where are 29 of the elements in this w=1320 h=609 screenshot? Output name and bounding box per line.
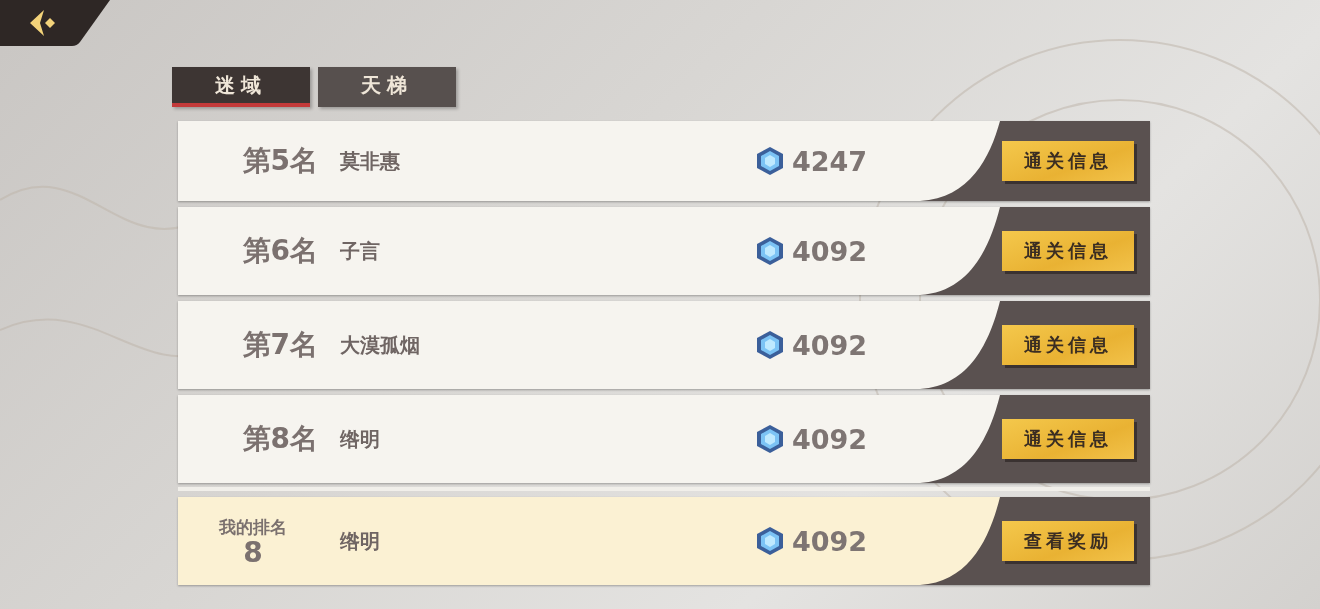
rank-label: 第6名 bbox=[241, 233, 318, 269]
player-name: 绺明 bbox=[340, 425, 381, 453]
tab[interactable]: 迷域 bbox=[172, 67, 310, 107]
rank-label: 第7名 bbox=[241, 327, 318, 363]
score: 4092 bbox=[792, 235, 869, 267]
gem-icon bbox=[754, 235, 786, 267]
gem-icon bbox=[754, 423, 786, 455]
score: 4092 bbox=[792, 525, 869, 557]
score: 4092 bbox=[792, 423, 869, 455]
detail-button[interactable]: 查看奖励 bbox=[1002, 521, 1134, 561]
score: 4247 bbox=[792, 145, 869, 177]
rank-label: 第5名 bbox=[241, 143, 318, 179]
detail-button[interactable]: 通关信息 bbox=[1002, 325, 1134, 365]
rank-label: 第8名 bbox=[241, 421, 318, 457]
player-name: 绺明 bbox=[340, 527, 381, 555]
player-name: 大漠孤烟 bbox=[340, 331, 421, 359]
back-button[interactable] bbox=[0, 0, 110, 46]
detail-button[interactable]: 通关信息 bbox=[1002, 141, 1134, 181]
gem-icon bbox=[754, 525, 786, 557]
score: 4092 bbox=[792, 329, 869, 361]
tab[interactable]: 天梯 bbox=[318, 67, 456, 107]
gem-icon bbox=[754, 145, 786, 177]
rank-number: 8 bbox=[243, 538, 263, 567]
player-name: 子言 bbox=[340, 237, 381, 265]
detail-button[interactable]: 通关信息 bbox=[1002, 419, 1134, 459]
detail-button[interactable]: 通关信息 bbox=[1002, 231, 1134, 271]
gem-icon bbox=[754, 329, 786, 361]
player-name: 莫非惠 bbox=[340, 147, 401, 175]
my-rank-label: 我的排名 bbox=[219, 515, 287, 539]
